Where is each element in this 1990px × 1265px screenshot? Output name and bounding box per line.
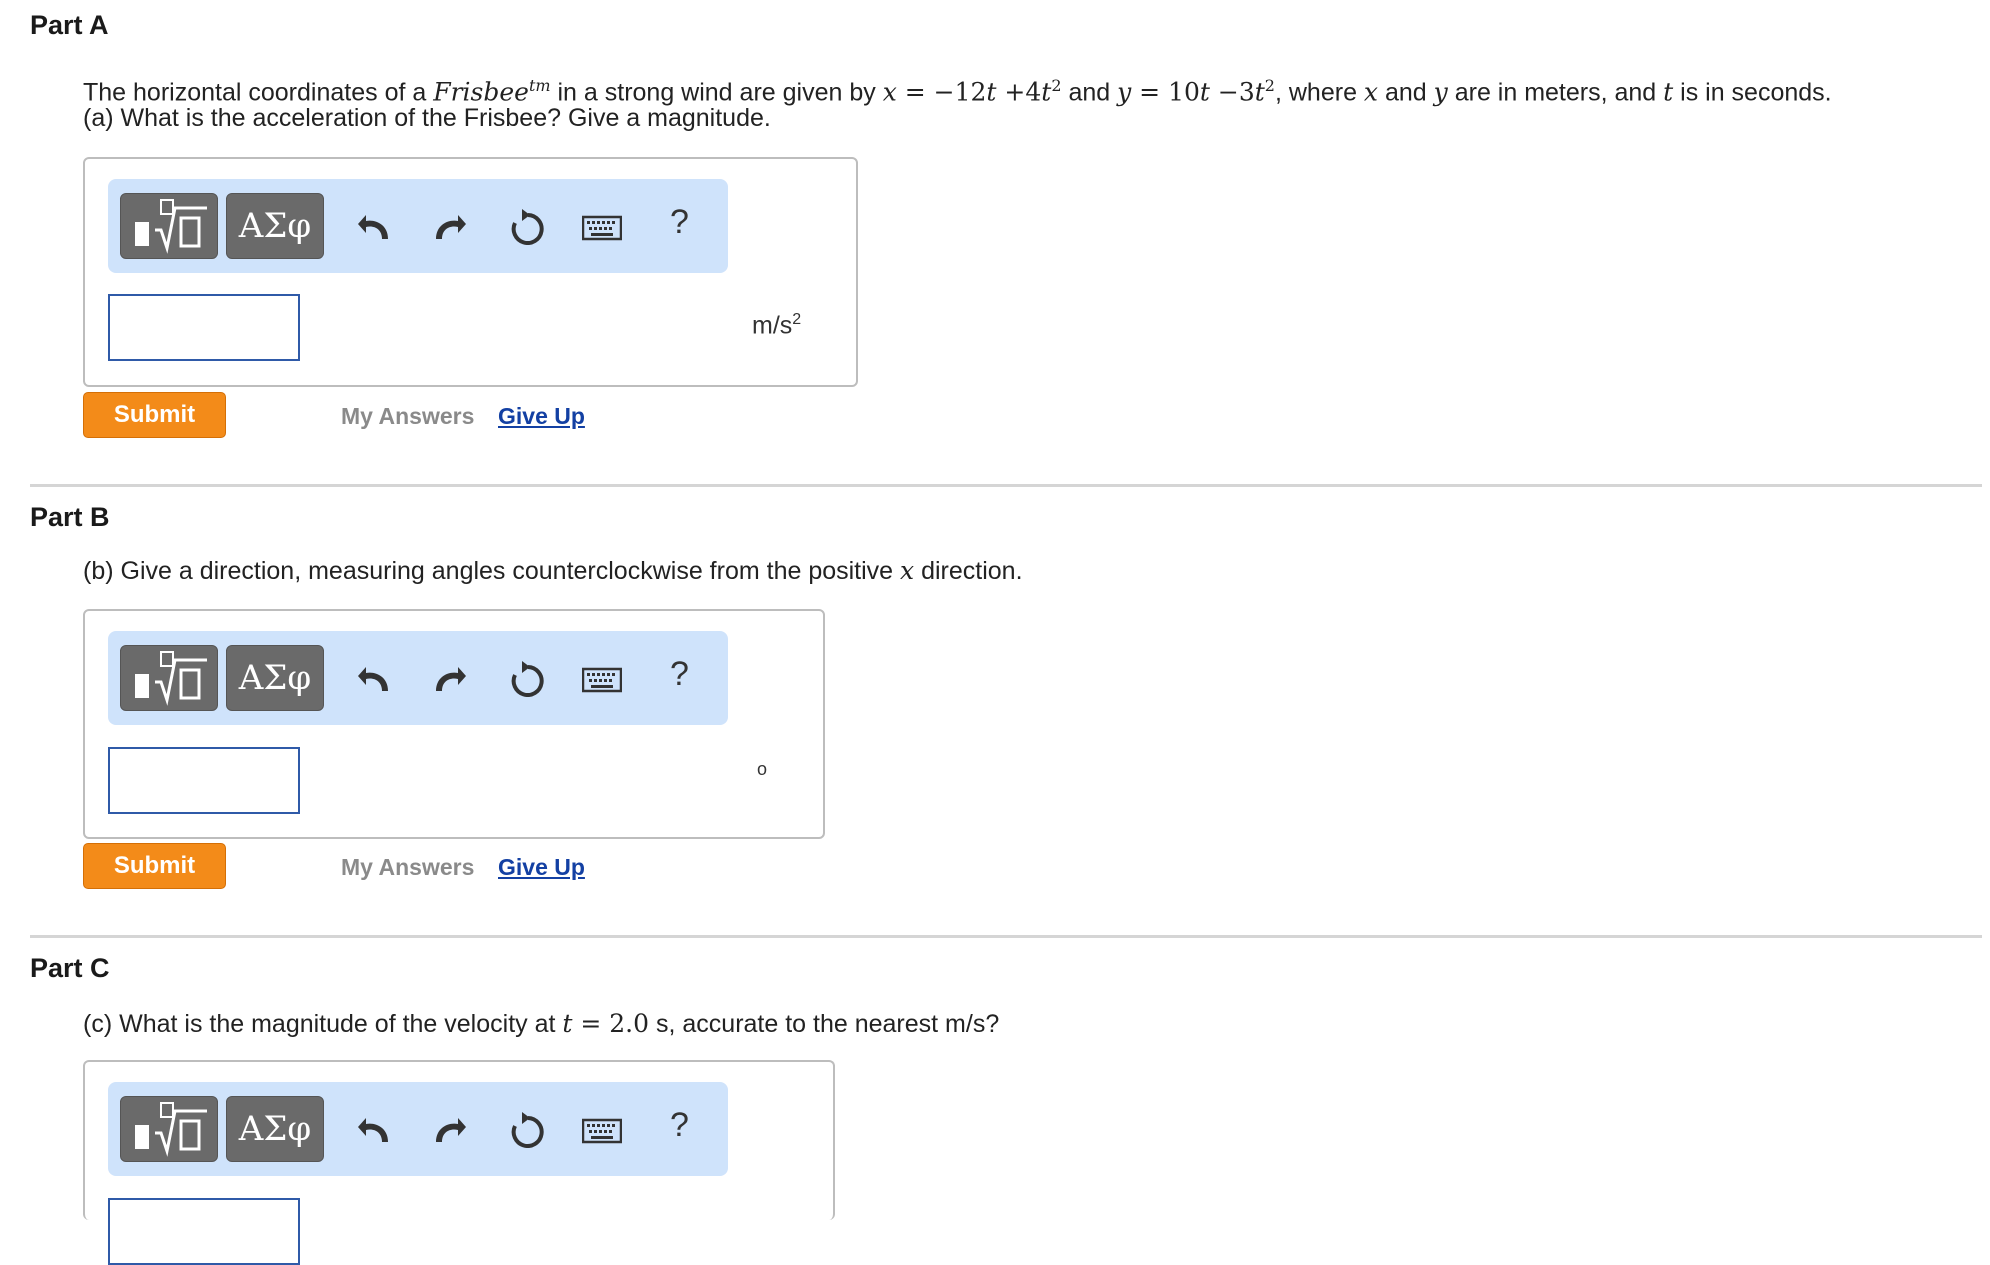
- keyboard-button[interactable]: [581, 209, 623, 245]
- part-a-give-up-link[interactable]: Give Up: [498, 403, 585, 430]
- part-b-title: Part B: [30, 502, 110, 532]
- templates-icon: [135, 1102, 207, 1157]
- undo-icon: [358, 1118, 388, 1142]
- undo-icon: [358, 667, 388, 691]
- undo-icon: [358, 215, 388, 239]
- part-a-title: Part A: [30, 10, 109, 40]
- greek-symbols-button[interactable]: ΑΣφ: [226, 645, 324, 711]
- templates-button[interactable]: [120, 1096, 218, 1162]
- part-b-question: (b) Give a direction, measuring angles c…: [83, 556, 1023, 585]
- part-c-question: (c) What is the magnitude of the velocit…: [83, 1009, 1000, 1038]
- redo-icon: [436, 1118, 466, 1142]
- reset-button[interactable]: [508, 1112, 548, 1148]
- reset-button[interactable]: [508, 661, 548, 697]
- undo-button[interactable]: [358, 209, 398, 245]
- redo-icon: [436, 215, 466, 239]
- part-a-answer-input[interactable]: [108, 294, 300, 361]
- divider-a-b: [30, 484, 1982, 487]
- part-a-answer-box: ΑΣφ? m/s2: [83, 157, 858, 387]
- help-button[interactable]: ?: [670, 203, 689, 242]
- redo-button[interactable]: [432, 1112, 472, 1148]
- reset-icon: [511, 661, 544, 697]
- templates-button[interactable]: [120, 645, 218, 711]
- templates-icon: [135, 199, 207, 254]
- redo-button[interactable]: [432, 209, 472, 245]
- redo-icon: [436, 667, 466, 691]
- part-b-give-up-link[interactable]: Give Up: [498, 854, 585, 881]
- help-button[interactable]: ?: [670, 655, 689, 694]
- part-c-answer-box: ΑΣφ?: [83, 1060, 835, 1265]
- part-b-my-answers-link[interactable]: My Answers: [341, 854, 474, 881]
- part-b-submit-button[interactable]: Submit: [83, 843, 226, 889]
- math-toolbar: ΑΣφ?: [108, 179, 728, 273]
- undo-button[interactable]: [358, 661, 398, 697]
- keyboard-icon: [581, 667, 623, 693]
- templates-icon: [135, 651, 207, 706]
- help-button[interactable]: ?: [670, 1106, 689, 1145]
- part-c-title: Part C: [30, 953, 110, 983]
- part-b-degree-unit: o: [757, 759, 768, 779]
- redo-button[interactable]: [432, 661, 472, 697]
- keyboard-icon: [581, 215, 623, 241]
- undo-button[interactable]: [358, 1112, 398, 1148]
- reset-icon: [511, 209, 544, 245]
- math-toolbar: ΑΣφ?: [108, 1082, 728, 1176]
- math-toolbar: ΑΣφ?: [108, 631, 728, 725]
- part-b-answer-input[interactable]: [108, 747, 300, 814]
- reset-icon: [511, 1112, 544, 1148]
- keyboard-button[interactable]: [581, 661, 623, 697]
- part-a-submit-button[interactable]: Submit: [83, 392, 226, 438]
- greek-symbols-button[interactable]: ΑΣφ: [226, 1096, 324, 1162]
- part-a-question-line2: (a) What is the acceleration of the Fris…: [83, 104, 771, 132]
- divider-b-c: [30, 935, 1982, 938]
- part-a-my-answers-link[interactable]: My Answers: [341, 403, 474, 430]
- greek-symbols-button[interactable]: ΑΣφ: [226, 193, 324, 259]
- keyboard-button[interactable]: [581, 1112, 623, 1148]
- part-b-answer-box: ΑΣφ? o: [83, 609, 825, 839]
- part-c-answer-input[interactable]: [108, 1198, 300, 1265]
- keyboard-icon: [581, 1118, 623, 1144]
- reset-button[interactable]: [508, 209, 548, 245]
- part-a-unit: m/s2: [752, 311, 802, 340]
- templates-button[interactable]: [120, 193, 218, 259]
